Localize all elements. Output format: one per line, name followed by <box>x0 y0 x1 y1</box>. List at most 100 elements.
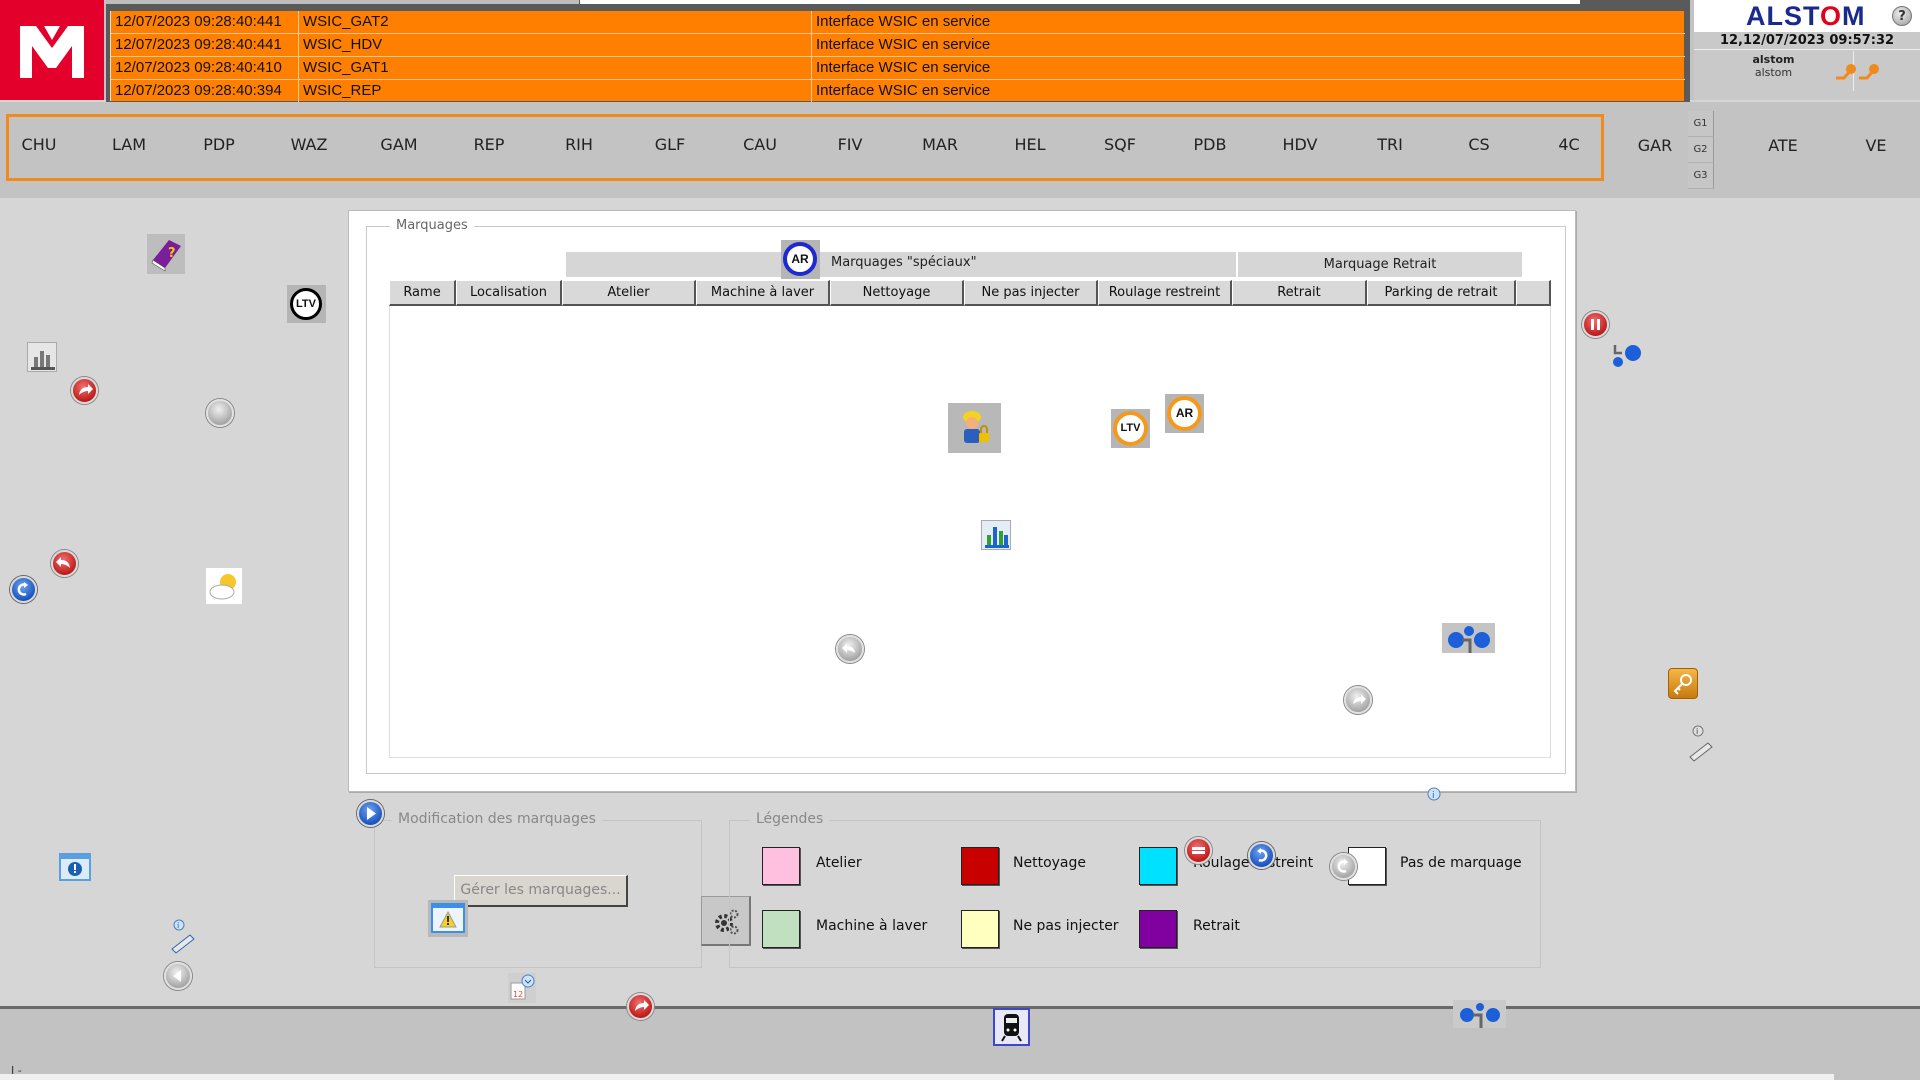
alarm-time: 12/07/2023 09:28:40:410 <box>111 57 299 79</box>
station-fiv[interactable]: FIV <box>815 135 885 154</box>
station-lam[interactable]: LAM <box>94 135 164 154</box>
garage-g2-button[interactable]: G2 <box>1688 137 1714 163</box>
weather-icon[interactable] <box>206 568 242 604</box>
alarm-row[interactable]: 12/07/2023 09:28:40:441 WSIC_GAT2 Interf… <box>111 11 1685 34</box>
ltv-label: LTV <box>290 288 322 320</box>
station-pdb[interactable]: PDB <box>1175 135 1245 154</box>
station-cau[interactable]: CAU <box>725 135 795 154</box>
ar-label: AR <box>783 242 817 276</box>
refresh-blue-icon[interactable] <box>10 576 37 603</box>
legend-swatch-retrait <box>1139 910 1177 948</box>
retrait-group-header: Marquage Retrait <box>1238 252 1522 277</box>
redo-grey-icon[interactable] <box>1344 686 1372 714</box>
worker-lock-icon[interactable] <box>948 403 1001 453</box>
no-entry-icon[interactable] <box>1185 837 1212 864</box>
manage-markings-button[interactable]: Gérer les marquages... <box>454 875 628 907</box>
alarm-row[interactable]: 12/07/2023 09:28:40:410 WSIC_GAT1 Interf… <box>111 57 1685 80</box>
ar-special-icon[interactable]: AR <box>781 240 820 279</box>
station-hdv[interactable]: HDV <box>1265 135 1335 154</box>
user-box[interactable]: alstom alstom <box>1694 51 1854 91</box>
station-gar[interactable]: GAR <box>1610 136 1700 155</box>
garage-g1-button[interactable]: G1 <box>1688 111 1714 137</box>
brand-o: O <box>1820 1 1843 31</box>
statistics-chart-color-icon[interactable] <box>981 520 1011 550</box>
alarm-row[interactable]: 12/07/2023 09:28:40:441 WSIC_HDV Interfa… <box>111 34 1685 57</box>
column-nettoyage[interactable]: Nettoyage <box>830 280 964 306</box>
legend-label-nettoyage: Nettoyage <box>1013 855 1086 871</box>
ltv-orange-label: LTV <box>1113 411 1148 446</box>
station-cs[interactable]: CS <box>1444 135 1514 154</box>
station-rih[interactable]: RIH <box>544 135 614 154</box>
station-rep[interactable]: REP <box>454 135 524 154</box>
station-mar[interactable]: MAR <box>905 135 975 154</box>
ltv-icon[interactable]: LTV <box>287 285 326 323</box>
ar-orange-label: AR <box>1167 396 1202 431</box>
ltv-orange-icon[interactable]: LTV <box>1111 409 1150 448</box>
station-tri[interactable]: TRI <box>1355 135 1425 154</box>
refresh-grey-icon[interactable] <box>1330 853 1357 880</box>
ar-orange-icon[interactable]: AR <box>1165 394 1204 433</box>
undo-grey-icon[interactable] <box>836 635 864 663</box>
modification-title: Modification des marquages <box>392 811 602 827</box>
station-ate[interactable]: ATE <box>1738 136 1828 155</box>
brand-text: M <box>1842 1 1866 31</box>
alarm-strip <box>106 0 579 4</box>
garage-g3-button[interactable]: G3 <box>1688 163 1714 189</box>
station-sqf[interactable]: SQF <box>1085 135 1155 154</box>
train-icon[interactable] <box>993 1008 1030 1046</box>
metro-m-icon <box>20 26 84 78</box>
network-nodes-icon[interactable] <box>1442 623 1495 653</box>
redo-bottom-icon[interactable] <box>627 993 654 1020</box>
alarm-source: WSIC_REP <box>303 82 382 99</box>
column-localisation[interactable]: Localisation <box>456 280 562 306</box>
column-machine-a-laver[interactable]: Machine à laver <box>696 280 830 306</box>
back-icon[interactable] <box>164 962 192 990</box>
svg-text:i: i <box>1696 727 1698 736</box>
help-book-icon[interactable]: ? <box>147 234 185 274</box>
station-4c[interactable]: 4C <box>1534 135 1604 154</box>
station-ve[interactable]: VE <box>1831 136 1920 155</box>
column-extra[interactable] <box>1516 280 1551 306</box>
station-glf[interactable]: GLF <box>635 135 705 154</box>
column-ne-pas-injecter[interactable]: Ne pas injecter <box>964 280 1098 306</box>
help-button[interactable]: ? <box>1892 6 1912 26</box>
train-info-right-icon[interactable]: i <box>1686 725 1714 763</box>
alarm-time: 12/07/2023 09:28:40:441 <box>111 34 299 56</box>
station-hel[interactable]: HEL <box>995 135 1065 154</box>
column-roulage-restreint[interactable]: Roulage restreint <box>1098 280 1232 306</box>
station-waz[interactable]: WAZ <box>274 135 344 154</box>
station-pdp[interactable]: PDP <box>184 135 254 154</box>
clock: 12,12/07/2023 09:57:32 <box>1694 32 1920 50</box>
legend-title: Légendes <box>750 811 830 827</box>
undo-red-icon[interactable] <box>51 550 78 577</box>
pause-icon[interactable] <box>1582 311 1609 338</box>
alarm-list[interactable]: 12/07/2023 09:28:40:441 WSIC_GAT2 Interf… <box>110 11 1685 103</box>
info-bubble-icon[interactable]: i <box>1426 787 1442 803</box>
train-info-icon[interactable]: i <box>168 919 196 955</box>
legend-label-retrait: Retrait <box>1193 918 1240 934</box>
info-window-icon[interactable] <box>59 853 91 881</box>
alarm-time: 12/07/2023 09:28:40:394 <box>111 80 299 102</box>
warning-window-icon[interactable] <box>428 900 468 937</box>
redo-red-icon[interactable] <box>71 377 98 404</box>
alarm-message: Interface WSIC en service <box>811 80 1685 102</box>
marquages-table-body[interactable] <box>389 306 1551 758</box>
alarm-row[interactable]: 12/07/2023 09:28:40:394 WSIC_REP Interfa… <box>111 80 1685 103</box>
metro-logo[interactable] <box>0 0 104 100</box>
column-rame[interactable]: Rame <box>389 280 456 306</box>
refresh-blue-legend-icon[interactable] <box>1248 842 1275 869</box>
alarm-source: WSIC_GAT1 <box>303 59 389 76</box>
legend-label-machine-a-laver: Machine à laver <box>816 918 928 934</box>
network-link-icon[interactable] <box>1610 343 1646 373</box>
network-nodes-bottom-icon[interactable] <box>1453 1000 1506 1028</box>
inactive-indicator-icon[interactable] <box>206 399 234 427</box>
key-icon[interactable] <box>1668 668 1698 699</box>
station-gam[interactable]: GAM <box>364 135 434 154</box>
calendar-clock-icon[interactable]: 12 <box>508 973 536 1003</box>
statistics-chart-icon[interactable] <box>27 342 57 372</box>
play-icon[interactable] <box>357 800 384 827</box>
station-chu[interactable]: CHU <box>4 135 74 154</box>
column-retrait[interactable]: Retrait <box>1232 280 1367 306</box>
column-atelier[interactable]: Atelier <box>562 280 696 306</box>
column-parking-de-retrait[interactable]: Parking de retrait <box>1367 280 1516 306</box>
